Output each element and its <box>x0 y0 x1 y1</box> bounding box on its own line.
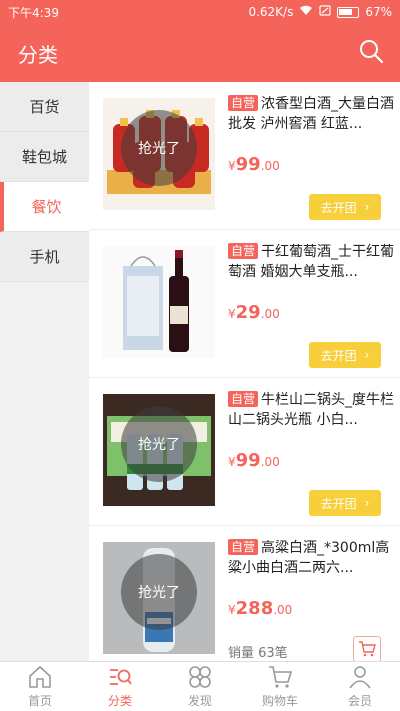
tab-label: 会员 <box>347 694 372 708</box>
soldout-badge: 抢光了 <box>121 110 197 186</box>
category-icon <box>110 669 132 685</box>
price-decimal: .00 <box>260 159 280 173</box>
chevron-right-icon: › <box>364 496 370 510</box>
tab-category[interactable]: 分类 <box>80 662 160 711</box>
price-integer: 99 <box>235 450 261 471</box>
self-run-badge: 自营 <box>228 95 259 111</box>
self-run-badge: 自营 <box>228 391 259 407</box>
cart-icon <box>359 641 376 657</box>
product-price: ¥29.00 <box>228 302 280 323</box>
status-indicators: 0.62K/s 67% <box>248 5 392 19</box>
start-group-button[interactable]: 去开团 › <box>309 342 381 368</box>
product-info: 自营 干红葡萄酒_士干红葡萄酒 婚姻大单支瓶... <box>228 242 394 282</box>
self-run-badge: 自营 <box>228 539 259 555</box>
wifi-icon <box>299 5 313 19</box>
category-sidebar: 百货 鞋包城 餐饮 手机 <box>0 82 89 661</box>
button-label: 去开团 <box>320 348 357 363</box>
cart-icon <box>269 666 293 688</box>
chevron-right-icon: › <box>364 200 370 214</box>
tab-member[interactable]: 会员 <box>320 662 400 711</box>
battery-level: 67% <box>365 5 392 19</box>
product-price: ¥99.00 <box>228 450 280 471</box>
product-image[interactable] <box>103 246 215 358</box>
status-time: 下午4:39 <box>8 5 59 20</box>
button-label: 去开团 <box>320 200 357 215</box>
tab-label: 发现 <box>187 694 212 708</box>
product-price: ¥288.00 <box>228 598 292 619</box>
product-title[interactable]: 自营 干红葡萄酒_士干红葡萄酒 婚姻大单支瓶... <box>228 242 394 282</box>
product-info: 自营 牛栏山二锅头_度牛栏山二锅头光瓶 小白... <box>228 390 394 430</box>
tab-label: 首页 <box>27 694 52 708</box>
bottom-tab-bar: 首页 分类 发现 购物车 会员 <box>0 661 400 711</box>
price-decimal: .00 <box>260 307 280 321</box>
product-title[interactable]: 自营 高粱白酒_*300ml高粱小曲白酒二两六... <box>228 538 394 578</box>
product-list: 抢光了 自营 浓香型白酒_大量白酒批发 泸州窖酒 红蓝... ¥99.00 去开团… <box>89 82 400 661</box>
self-run-badge: 自营 <box>228 243 259 259</box>
soldout-badge: 抢光了 <box>121 406 197 482</box>
price-decimal: .00 <box>273 603 293 617</box>
chevron-right-icon: › <box>364 348 370 362</box>
status-bar: 下午4:39 0.62K/s 67% <box>0 0 400 24</box>
search-icon[interactable] <box>358 38 384 68</box>
tab-label: 购物车 <box>261 694 298 708</box>
sales-count: 销量 63笔 <box>228 646 288 661</box>
price-currency: ¥ <box>228 603 236 617</box>
product-title[interactable]: 自营 牛栏山二锅头_度牛栏山二锅头光瓶 小白... <box>228 390 394 430</box>
soldout-badge: 抢光了 <box>121 554 197 630</box>
tab-label: 分类 <box>107 694 132 708</box>
discover-icon <box>189 666 211 688</box>
price-integer: 99 <box>235 154 261 175</box>
home-icon <box>29 665 51 688</box>
network-speed: 0.62K/s <box>248 5 294 19</box>
price-integer: 288 <box>235 598 274 619</box>
button-label: 去开团 <box>320 496 357 511</box>
add-to-cart-button[interactable] <box>353 636 381 661</box>
price-currency: ¥ <box>228 455 236 469</box>
sidebar-item-dining[interactable]: 餐饮 <box>0 182 89 232</box>
product-item[interactable]: 抢光了 自营 浓香型白酒_大量白酒批发 泸州窖酒 红蓝... ¥99.00 去开团… <box>89 82 400 230</box>
battery-icon <box>337 6 360 18</box>
product-info: 自营 高粱白酒_*300ml高粱小曲白酒二两六... <box>228 538 394 578</box>
product-image[interactable]: 抢光了 <box>103 98 215 210</box>
product-item[interactable]: 抢光了 自营 高粱白酒_*300ml高粱小曲白酒二两六... ¥288.00 销量… <box>89 526 400 661</box>
price-decimal: .00 <box>260 455 280 469</box>
product-item[interactable]: 抢光了 自营 牛栏山二锅头_度牛栏山二锅头光瓶 小白... ¥99.00 去开团 › <box>89 378 400 526</box>
tab-cart[interactable]: 购物车 <box>240 662 320 711</box>
sidebar-item-phones[interactable]: 手机 <box>0 232 89 282</box>
product-item[interactable]: 自营 干红葡萄酒_士干红葡萄酒 婚姻大单支瓶... ¥29.00 去开团 › <box>89 230 400 378</box>
price-integer: 29 <box>235 302 261 323</box>
product-title[interactable]: 自营 浓香型白酒_大量白酒批发 泸州窖酒 红蓝... <box>228 94 394 134</box>
product-price: ¥99.00 <box>228 154 280 175</box>
app-header: 分类 <box>0 24 400 82</box>
product-image[interactable]: 抢光了 <box>103 394 215 506</box>
product-info: 自营 浓香型白酒_大量白酒批发 泸州窖酒 红蓝... <box>228 94 394 134</box>
sim-icon <box>319 5 331 19</box>
page-title: 分类 <box>18 42 58 67</box>
tab-home[interactable]: 首页 <box>0 662 80 711</box>
price-currency: ¥ <box>228 159 236 173</box>
user-icon <box>349 666 371 689</box>
sidebar-item-baihuo[interactable]: 百货 <box>0 82 89 132</box>
product-image[interactable]: 抢光了 <box>103 542 215 654</box>
price-currency: ¥ <box>228 307 236 321</box>
start-group-button[interactable]: 去开团 › <box>309 490 381 516</box>
tab-discover[interactable]: 发现 <box>160 662 240 711</box>
sidebar-item-bags[interactable]: 鞋包城 <box>0 132 89 182</box>
start-group-button[interactable]: 去开团 › <box>309 194 381 220</box>
